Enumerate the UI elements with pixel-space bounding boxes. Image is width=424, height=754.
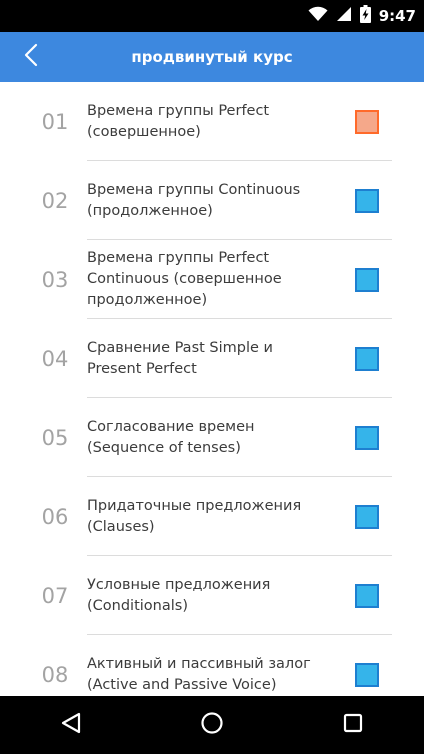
lesson-number: 04 — [41, 346, 69, 371]
lesson-status-indicator — [355, 504, 379, 529]
page-title: продвинутый курс — [131, 48, 293, 66]
chevron-left-icon — [23, 43, 39, 71]
lesson-status-indicator — [355, 662, 379, 687]
lesson-title: Времена группы Perfect (совершенное) — [87, 102, 270, 140]
lesson-item[interactable]: 07 Условные предложения (Conditionals) — [0, 556, 424, 635]
lesson-number: 01 — [41, 109, 69, 134]
status-bar: 9:47 — [0, 0, 424, 32]
lesson-status-indicator — [355, 425, 379, 450]
status-time: 9:47 — [378, 7, 416, 25]
lesson-title: Времена группы Perfect Continuous (совер… — [87, 250, 282, 308]
wifi-icon — [308, 6, 328, 26]
lesson-list[interactable]: 01 Времена группы Perfect (совершенное) 02… — [0, 82, 424, 696]
lesson-title: Согласование времен (Sequence of tenses) — [87, 418, 255, 456]
lesson-number: 07 — [41, 583, 69, 608]
lesson-status-indicator — [355, 109, 379, 134]
lesson-item[interactable]: 01 Времена группы Perfect (совершенное) — [0, 82, 424, 161]
lesson-item[interactable]: 06 Придаточные предложения (Clauses) — [0, 477, 424, 556]
lesson-item[interactable]: 03 Времена группы Perfect Continuous (сов… — [0, 240, 424, 319]
back-button[interactable] — [10, 37, 52, 77]
lesson-number: 02 — [41, 188, 69, 213]
lesson-title: Условные предложения (Conditionals) — [87, 576, 271, 614]
screen: 9:47 продвинутый курс 01 Времена группы P… — [0, 0, 424, 754]
signal-icon — [336, 6, 352, 26]
lesson-number: 05 — [41, 425, 69, 450]
lesson-status-indicator — [355, 346, 379, 371]
lesson-status-indicator — [355, 583, 379, 608]
nav-recents-icon — [342, 712, 364, 738]
lesson-number: 06 — [41, 504, 69, 529]
lesson-title: Сравнение Past Simple и Present Perfect — [87, 339, 273, 377]
nav-home-icon — [200, 711, 224, 739]
battery-charging-icon — [359, 5, 371, 27]
lesson-item[interactable]: 08 Активный и пассивный залог (Active and… — [0, 635, 424, 696]
nav-back-icon — [60, 711, 82, 739]
lesson-item[interactable]: 04 Сравнение Past Simple и Present Perfec… — [0, 319, 424, 398]
lesson-title: Придаточные предложения (Clauses) — [87, 497, 302, 535]
lesson-item[interactable]: 05 Согласование времен (Sequence of tense… — [0, 398, 424, 477]
lesson-item[interactable]: 02 Времена группы Continuous (продолженно… — [0, 161, 424, 240]
lesson-title: Времена группы Continuous (продолженное) — [87, 181, 301, 219]
lesson-status-indicator — [355, 188, 379, 213]
lesson-number: 03 — [41, 267, 69, 292]
nav-recents-button[interactable] — [323, 696, 383, 754]
lesson-status-indicator — [355, 267, 379, 292]
lesson-title: Активный и пассивный залог (Active and P… — [87, 655, 311, 693]
lesson-number: 08 — [41, 662, 69, 687]
status-icons: 9:47 — [308, 0, 416, 32]
nav-back-button[interactable] — [41, 696, 101, 754]
nav-home-button[interactable] — [182, 696, 242, 754]
system-nav-bar — [0, 696, 424, 754]
app-bar: продвинутый курс — [0, 32, 424, 82]
